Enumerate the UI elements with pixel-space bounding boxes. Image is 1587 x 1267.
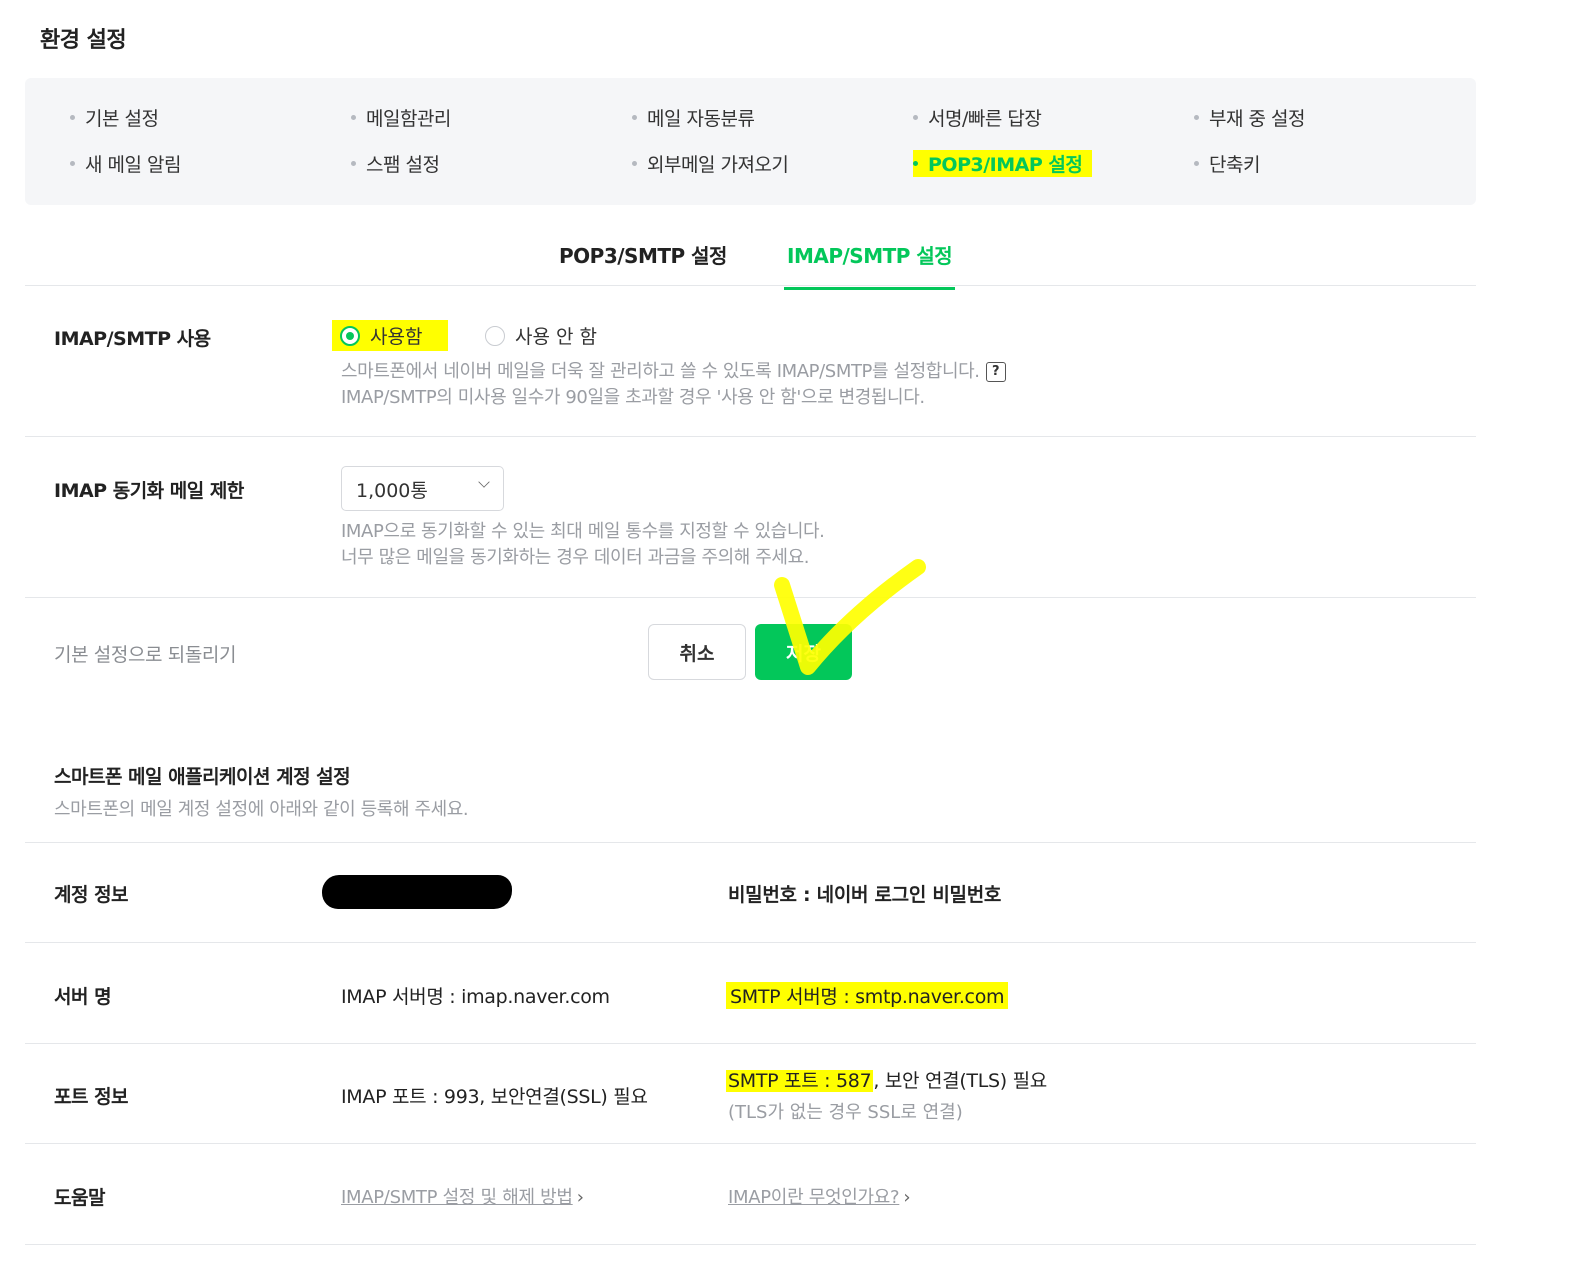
bullet-icon bbox=[913, 161, 918, 166]
menu-item-spam[interactable]: 스팸 설정 bbox=[351, 150, 440, 177]
settings-menu bbox=[25, 78, 1476, 205]
question-icon[interactable]: ? bbox=[985, 362, 1006, 382]
page-title: 환경 설정 bbox=[40, 28, 127, 53]
chevron-right-icon: › bbox=[903, 1187, 911, 1208]
imap-port: IMAP 포트 : 993, 보안연결(SSL) 필요 bbox=[341, 1086, 648, 1108]
radio-not-use[interactable]: 사용 안 함 bbox=[485, 322, 597, 349]
help-label: 도움말 bbox=[54, 1187, 105, 1209]
bullet-icon bbox=[632, 115, 637, 120]
menu-item-auto-sort[interactable]: 메일 자동분류 bbox=[632, 104, 755, 131]
redacted-account bbox=[322, 875, 512, 909]
bullet-icon bbox=[351, 161, 356, 166]
tab-pop3-smtp[interactable]: POP3/SMTP 설정 bbox=[559, 240, 727, 287]
menu-item-away[interactable]: 부재 중 설정 bbox=[1194, 104, 1305, 131]
tls-note: (TLS가 없는 경우 SSL로 연결) bbox=[728, 1102, 963, 1123]
sync-limit-select[interactable]: 1,000통 bbox=[341, 466, 504, 511]
menu-item-shortcuts[interactable]: 단축키 bbox=[1194, 150, 1260, 177]
smtp-server: SMTP 서버명 : smtp.naver.com bbox=[726, 982, 1009, 1009]
bullet-icon bbox=[913, 115, 918, 120]
radio-use[interactable]: 사용함 bbox=[332, 320, 449, 351]
radio-unchecked-icon bbox=[485, 325, 505, 346]
imap-use-label: IMAP/SMTP 사용 bbox=[54, 328, 211, 350]
divider bbox=[25, 1244, 1476, 1245]
chevron-down-icon bbox=[478, 476, 490, 488]
menu-item-external-mail[interactable]: 외부메일 가져오기 bbox=[632, 150, 789, 177]
menu-item-new-mail-alert[interactable]: 새 메일 알림 bbox=[70, 150, 181, 177]
password-info: 비밀번호 : 네이버 로그인 비밀번호 bbox=[728, 884, 1002, 906]
bullet-icon bbox=[1194, 161, 1199, 166]
menu-item-signature[interactable]: 서명/빠른 답장 bbox=[913, 104, 1042, 131]
divider bbox=[25, 1043, 1476, 1044]
sync-limit-help: IMAP으로 동기화할 수 있는 최대 메일 통수를 지정할 수 있습니다. 너… bbox=[341, 521, 825, 568]
help-link-what-is-imap[interactable]: IMAP이란 무엇인가요? › bbox=[728, 1183, 911, 1209]
reset-defaults-link[interactable]: 기본 설정으로 되돌리기 bbox=[54, 640, 236, 667]
divider bbox=[25, 597, 1476, 598]
tab-imap-smtp[interactable]: IMAP/SMTP 설정 bbox=[784, 240, 956, 290]
checkmark-annotation bbox=[774, 559, 926, 675]
divider bbox=[25, 942, 1476, 943]
bullet-icon bbox=[632, 161, 637, 166]
bullet-icon bbox=[351, 115, 356, 120]
account-section-desc: 스마트폰의 메일 계정 설정에 아래와 같이 등록해 주세요. bbox=[54, 799, 469, 820]
sync-limit-label: IMAP 동기화 메일 제한 bbox=[54, 480, 244, 502]
imap-use-help: 스마트폰에서 네이버 메일을 더욱 잘 관리하고 쓸 수 있도록 IMAP/SM… bbox=[341, 359, 1006, 411]
smtp-port: SMTP 포트 : 587, 보안 연결(TLS) 필요 bbox=[726, 1070, 1047, 1092]
menu-item-pop3-imap[interactable]: POP3/IMAP 설정 bbox=[913, 150, 1093, 177]
divider bbox=[25, 436, 1476, 437]
account-section-title: 스마트폰 메일 애플리케이션 계정 설정 bbox=[54, 766, 351, 788]
radio-checked-icon bbox=[340, 325, 360, 346]
bullet-icon bbox=[1194, 115, 1199, 120]
subtab-bar: POP3/SMTP 설정 IMAP/SMTP 설정 bbox=[25, 230, 1476, 290]
menu-item-basic[interactable]: 기본 설정 bbox=[70, 104, 159, 131]
divider bbox=[25, 842, 1476, 843]
account-info-label: 계정 정보 bbox=[54, 884, 129, 906]
menu-item-mailbox[interactable]: 메일함관리 bbox=[351, 104, 451, 131]
chevron-right-icon: › bbox=[576, 1187, 584, 1208]
divider bbox=[25, 1143, 1476, 1144]
imap-server: IMAP 서버명 : imap.naver.com bbox=[341, 986, 610, 1008]
bullet-icon bbox=[70, 161, 75, 166]
server-name-label: 서버 명 bbox=[54, 986, 112, 1008]
help-link-setup[interactable]: IMAP/SMTP 설정 및 해제 방법 › bbox=[341, 1183, 584, 1209]
bullet-icon bbox=[70, 115, 75, 120]
cancel-button[interactable]: 취소 bbox=[648, 624, 746, 680]
port-info-label: 포트 정보 bbox=[54, 1086, 129, 1108]
